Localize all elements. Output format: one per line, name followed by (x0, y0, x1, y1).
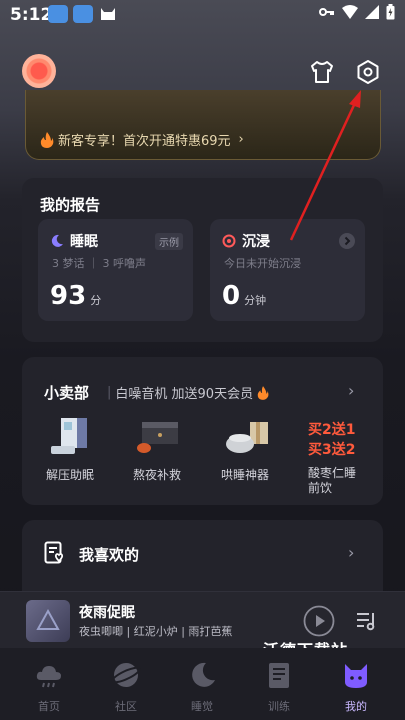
immersion-report-tile[interactable]: 沉浸 今日未开始沉浸 0 分钟 (210, 219, 365, 321)
community-planet-icon (111, 663, 141, 687)
favorites-chevron-icon[interactable]: › (348, 543, 354, 562)
sleep-subtitle: 3 梦话 ｜ 3 呼噜声 (52, 257, 146, 270)
settings-gear-icon[interactable] (354, 58, 382, 86)
tab-sleep[interactable]: 睡觉 (172, 660, 232, 714)
shop-item-label: 解压助眠 (45, 468, 94, 482)
deal-label: 酸枣仁睡前饮 (308, 466, 357, 495)
status-time: 5:12 (10, 5, 53, 25)
app-notification-icon (48, 5, 68, 23)
moon-icon (51, 234, 63, 247)
target-icon (222, 234, 236, 248)
chevron-right-icon[interactable] (339, 233, 355, 249)
tab-home[interactable]: 首页 (19, 660, 79, 714)
immersion-unit: 分钟 (244, 294, 267, 307)
signal-icon (365, 5, 379, 19)
immersion-title: 沉浸 (242, 234, 270, 250)
cover-triangle-icon (36, 608, 60, 630)
shop-item-label: 哄睡神器 (220, 468, 269, 482)
tab-label: 首页 (38, 700, 60, 713)
favorites-title: 我喜欢的 (79, 546, 140, 564)
shop-item-label: 熬夜补救 (132, 468, 181, 482)
tab-label: 社区 (115, 700, 137, 713)
tab-label: 我的 (345, 700, 367, 713)
promo-banner[interactable] (25, 90, 381, 160)
sleep-score: 93 (50, 281, 87, 311)
flame-icon (40, 131, 54, 148)
promo-label: 新客专享！首次开通特惠69元 (58, 134, 231, 149)
sleep-score-unit: 分 (90, 294, 102, 307)
wifi-icon (342, 5, 358, 19)
report-title: 我的报告 (40, 196, 101, 214)
profile-cat-icon (345, 664, 367, 688)
play-button-icon[interactable] (303, 605, 335, 637)
sleep-moon-icon (192, 662, 215, 687)
shop-item[interactable]: 熬夜补救 (124, 416, 190, 483)
sleep-title: 睡眠 (70, 234, 98, 250)
immersion-subtitle: 今日未开始沉浸 (224, 257, 301, 270)
deal-line-1: 买2送1 (308, 422, 356, 438)
tab-label: 睡觉 (191, 700, 213, 713)
shop-item[interactable]: 解压助眠 (37, 416, 103, 483)
playlist-icon[interactable] (355, 610, 379, 632)
status-bar: 5:12 (0, 0, 405, 30)
shop-subtitle: 白噪音机 加送90天会员 (115, 387, 254, 402)
tab-label: 训练 (268, 700, 290, 713)
track-cover[interactable] (26, 600, 70, 642)
outfit-shirt-icon[interactable] (308, 58, 336, 86)
shop-chevron-icon[interactable]: › (348, 381, 354, 400)
product-box-image (137, 422, 178, 453)
sleep-report-tile[interactable]: 睡眠 示例 3 梦话 ｜ 3 呼噜声 93 分 (38, 219, 193, 321)
tab-training[interactable]: 训练 (249, 660, 309, 714)
favorites-list-icon (44, 541, 64, 564)
shop-title: 小卖部 (44, 384, 90, 402)
tab-community[interactable]: 社区 (96, 660, 156, 714)
avatar[interactable] (22, 54, 56, 88)
key-icon (319, 8, 334, 16)
sample-badge: 示例 (155, 233, 183, 250)
app-notification-icon (73, 5, 93, 23)
track-subtitle: 夜虫唧唧 | 红泥小炉 | 雨打芭蕉 (79, 625, 233, 638)
home-cloud-icon (36, 666, 61, 688)
flame-icon (257, 385, 269, 400)
product-box-image (226, 422, 268, 453)
promo-arrow: › (238, 132, 244, 147)
tab-profile[interactable]: 我的 (326, 660, 386, 714)
immersion-minutes: 0 (222, 281, 241, 311)
track-title: 夜雨促眠 (79, 605, 135, 621)
training-notebook-icon (269, 663, 289, 688)
product-box-image (51, 418, 87, 454)
shop-item[interactable]: 哄睡神器 (212, 416, 278, 483)
deal-line-2: 买3送2 (308, 442, 356, 458)
promo-text[interactable]: 新客专享！首次开通特惠69元 › (40, 130, 244, 149)
shop-divider: | (107, 385, 112, 400)
cat-notification-icon (101, 8, 115, 20)
deal-text[interactable]: 买2送1 买3送2 (308, 420, 355, 460)
battery-icon (386, 4, 395, 20)
